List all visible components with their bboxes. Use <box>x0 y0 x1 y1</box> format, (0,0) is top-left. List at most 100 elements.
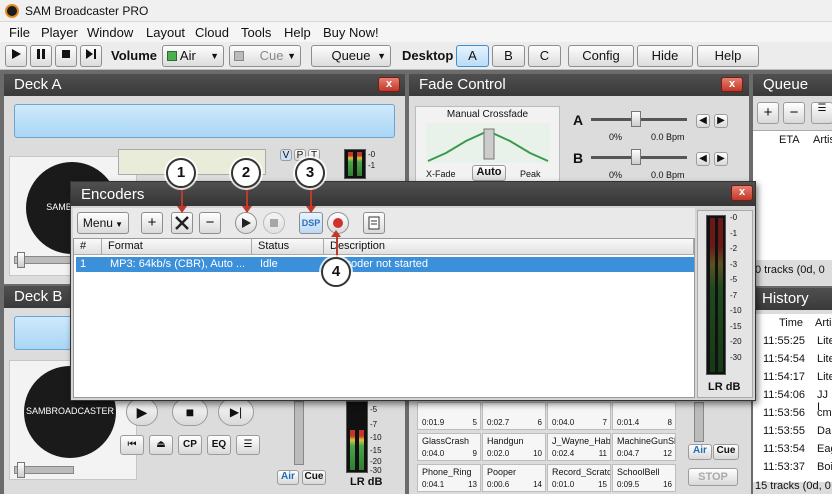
desktop-c-button[interactable]: C <box>528 45 561 67</box>
column-header-num[interactable]: # <box>74 239 102 255</box>
fade-b-left-button[interactable]: ◀ <box>696 152 710 166</box>
start-encoder-button[interactable] <box>235 212 257 234</box>
deck-b-next-button[interactable]: ▶| <box>218 398 254 426</box>
sound-fx-cell[interactable]: 0:04.0 7 <box>547 402 611 430</box>
history-row-time[interactable]: 11:53:37 <box>763 461 805 473</box>
sound-fx-cell[interactable]: 0:01.4 8 <box>612 402 676 430</box>
deck-b-air-button[interactable]: Air <box>277 470 299 485</box>
menu-help[interactable]: Help <box>284 25 311 40</box>
encoder-stats-button[interactable] <box>363 212 385 234</box>
history-row-time[interactable]: 11:53:56 <box>763 407 805 419</box>
slider-thumb[interactable] <box>631 149 641 165</box>
deck-b-position-slider[interactable] <box>14 462 74 478</box>
auto-button[interactable]: Auto <box>472 165 506 181</box>
encoders-close-button[interactable]: x <box>731 185 753 201</box>
fade-b-slider[interactable] <box>591 149 687 165</box>
slider-thumb[interactable] <box>17 252 25 268</box>
slider-thumb[interactable] <box>17 462 25 478</box>
menu-player[interactable]: Player <box>41 25 78 40</box>
queue-remove-button[interactable]: − <box>783 102 805 124</box>
history-row-time[interactable]: 11:54:54 <box>763 353 805 365</box>
fade-a-left-button[interactable]: ◀ <box>696 114 710 128</box>
deck-b-cue-button[interactable]: Cue <box>302 470 326 485</box>
history-row-time[interactable]: 11:54:06 <box>763 389 805 401</box>
fade-close-button[interactable]: x <box>721 77 743 92</box>
queue-select[interactable]: Queue ▼ <box>311 45 391 67</box>
column-header-status[interactable]: Status <box>252 239 324 255</box>
fx-stop-button[interactable]: STOP <box>688 468 738 486</box>
remove-encoder-button[interactable]: − <box>199 212 221 234</box>
sound-fx-cell[interactable]: MachineGunShe 0:04.7 12 <box>612 433 676 461</box>
deck-a-position-slider[interactable] <box>14 252 74 268</box>
configure-encoder-button[interactable] <box>171 212 193 234</box>
sound-fx-cell[interactable]: Phone_Ring 0:04.1 13 <box>417 464 481 492</box>
slider-thumb[interactable] <box>631 111 641 127</box>
sound-fx-cell[interactable]: Record_Scratch 0:01.0 15 <box>547 464 611 492</box>
cue-select[interactable]: Cue ▼ <box>229 45 301 67</box>
history-row-artist[interactable]: Eag <box>817 443 832 455</box>
plus-icon: + <box>147 214 157 231</box>
deck-b-eq-button[interactable]: EQ <box>207 435 231 455</box>
sound-fx-cell[interactable]: 0:02.7 6 <box>482 402 546 430</box>
stop-encoder-button[interactable] <box>263 212 285 234</box>
menu-buy-now[interactable]: Buy Now! <box>323 25 379 40</box>
sound-fx-cell[interactable]: 0:01.9 5 <box>417 402 481 430</box>
encoders-menu-button[interactable]: Menu ▼ <box>77 212 129 234</box>
fade-a-right-button[interactable]: ▶ <box>714 114 728 128</box>
history-row-time[interactable]: 11:55:25 <box>763 335 805 347</box>
next-button[interactable] <box>80 45 102 67</box>
deck-b-stop-button[interactable]: ■ <box>172 398 208 426</box>
deck-b-eject-button[interactable]: ⏏ <box>149 435 173 455</box>
history-row-time[interactable]: 11:53:55 <box>763 425 805 437</box>
sound-fx-cell[interactable]: GlassCrash 0:04.0 9 <box>417 433 481 461</box>
sound-fx-cell[interactable]: SchoolBell 0:09.5 16 <box>612 464 676 492</box>
column-header-format[interactable]: Format <box>102 239 252 255</box>
sound-fx-cell[interactable]: Pooper 0:00.6 14 <box>482 464 546 492</box>
deck-a-close-button[interactable]: x <box>378 77 400 92</box>
history-row-artist[interactable]: Lite <box>817 371 832 383</box>
queue-menu-button[interactable]: ☰ <box>811 102 832 124</box>
play-button[interactable] <box>5 45 27 67</box>
fade-a-slider[interactable] <box>591 111 687 127</box>
deck-b-play-button[interactable]: ▶ <box>126 398 158 426</box>
air-select[interactable]: Air ▼ <box>162 45 224 67</box>
config-button[interactable]: Config <box>568 45 634 67</box>
table-row[interactable]: 1 MP3: 64kb/s (CBR), Auto ... Idle Encod… <box>76 257 694 272</box>
deck-b-volume-slider[interactable] <box>294 401 304 465</box>
menu-file[interactable]: File <box>9 25 30 40</box>
deck-a-v-button[interactable]: V <box>280 149 292 161</box>
menu-tools[interactable]: Tools <box>241 25 271 40</box>
menu-window[interactable]: Window <box>87 25 133 40</box>
queue-add-button[interactable]: + <box>757 102 779 124</box>
fx-cue-button[interactable]: Cue <box>713 444 739 460</box>
stop-button[interactable] <box>55 45 77 67</box>
fade-b-right-button[interactable]: ▶ <box>714 152 728 166</box>
sound-fx-cell[interactable]: Handgun 0:02.0 10 <box>482 433 546 461</box>
history-row-artist[interactable]: Da <box>817 425 831 437</box>
desktop-b-button[interactable]: B <box>492 45 525 67</box>
fx-air-button[interactable]: Air <box>688 444 712 460</box>
history-row-time[interactable]: 11:53:54 <box>763 443 805 455</box>
history-row-time[interactable]: 11:54:17 <box>763 371 805 383</box>
desktop-a-button[interactable]: A <box>456 45 489 67</box>
menu-cloud[interactable]: Cloud <box>195 25 229 40</box>
history-row-artist[interactable]: cm <box>817 407 832 419</box>
hide-button[interactable]: Hide <box>637 45 693 67</box>
deck-b-prev-button[interactable]: ⏮ <box>120 435 144 455</box>
column-header-description[interactable]: Description <box>324 239 694 255</box>
deck-b-meter-scale: -15 <box>370 446 382 455</box>
history-row-artist[interactable]: Boi <box>817 461 832 473</box>
deck-a-meter-scale-0: -0 <box>368 150 376 159</box>
pause-button[interactable] <box>30 45 52 67</box>
add-encoder-button[interactable]: + <box>141 212 163 234</box>
history-row-artist[interactable]: Lite <box>817 353 832 365</box>
deck-b-cp-button[interactable]: CP <box>178 435 202 455</box>
crossfade-curve-icon <box>426 123 550 163</box>
sound-fx-cell[interactable]: J_Wayne_Habit 0:02.4 11 <box>547 433 611 461</box>
history-row-artist[interactable]: Lite <box>817 335 832 347</box>
help-button[interactable]: Help <box>697 45 759 67</box>
fx-volume-slider[interactable] <box>694 402 704 442</box>
deck-b-list-button[interactable]: ☰ <box>236 435 260 455</box>
dsp-button[interactable]: DSP <box>299 212 323 234</box>
menu-layout[interactable]: Layout <box>146 25 185 40</box>
